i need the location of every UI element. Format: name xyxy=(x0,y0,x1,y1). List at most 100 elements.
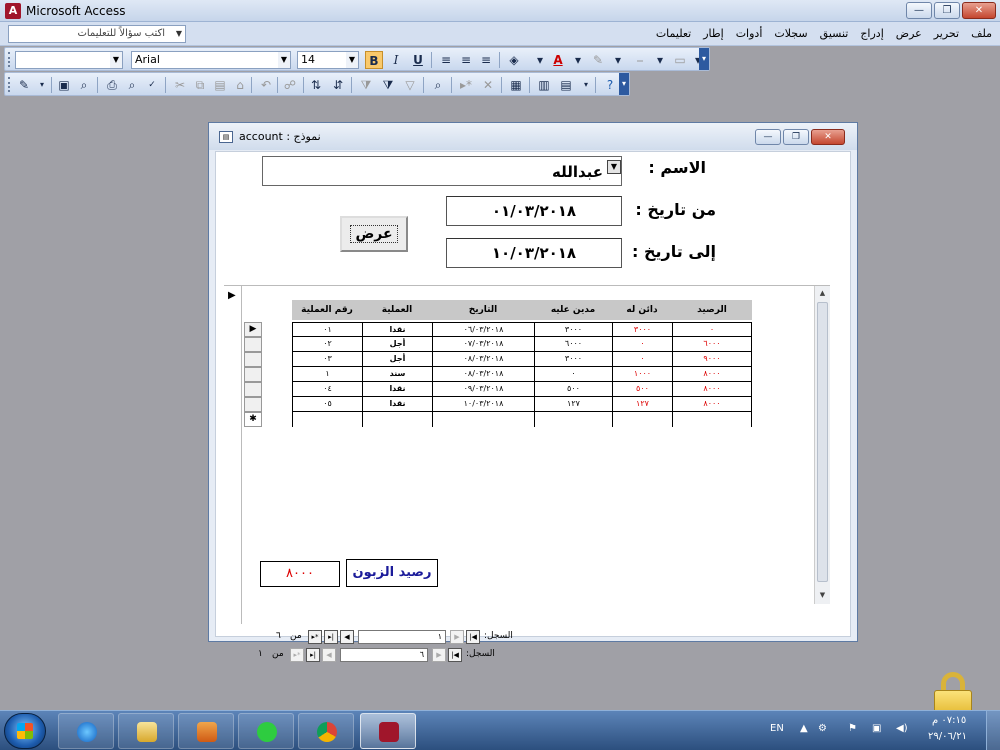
first-record-icon[interactable]: |◀ xyxy=(448,648,462,662)
bold-button[interactable]: B xyxy=(365,51,383,69)
sort-descending-icon[interactable]: ⇵ xyxy=(329,76,347,94)
table-cell-balance[interactable]: ٦٠٠٠ xyxy=(672,337,752,352)
menu-tools[interactable]: أدوات xyxy=(736,27,763,40)
view-design-icon[interactable]: ✎ xyxy=(15,76,33,94)
table-cell-debit[interactable]: ٠ xyxy=(534,367,612,382)
close-button[interactable]: ✕ xyxy=(962,2,996,19)
flag-icon[interactable]: ⚑ xyxy=(848,723,857,734)
menu-records[interactable]: سجلات xyxy=(774,27,807,40)
previous-record-icon[interactable]: ▶ xyxy=(450,630,464,644)
chevron-down-icon[interactable]: ▾ xyxy=(531,51,549,69)
font-size-select[interactable]: 14 ▼ xyxy=(297,51,359,69)
chevron-down-icon[interactable]: ▼ xyxy=(607,160,621,174)
paste-icon[interactable]: ▤ xyxy=(211,76,229,94)
help-search-input[interactable]: اكتب سؤالاً للتعليمات ▼ xyxy=(8,25,186,43)
menu-format[interactable]: تنسيق xyxy=(820,27,849,40)
table-cell-debit[interactable]: ١٢٧ xyxy=(534,397,612,412)
next-record-icon[interactable]: ◀ xyxy=(322,648,336,662)
toolbar-options-icon[interactable]: ▾ xyxy=(619,73,629,95)
table-cell-credit[interactable]: ٠ xyxy=(612,352,672,367)
object-select[interactable]: ▼ xyxy=(15,51,123,69)
clock-time[interactable]: ٠٧:١٥ م xyxy=(932,715,966,726)
new-row-cell[interactable] xyxy=(432,412,534,427)
name-combobox[interactable]: عبدالله ▼ xyxy=(262,156,622,186)
table-cell-balance[interactable]: ٨٠٠٠ xyxy=(672,397,752,412)
filter-by-form-icon[interactable]: ⧩ xyxy=(379,76,397,94)
menu-edit[interactable]: تحرير xyxy=(934,27,959,40)
table-cell-debit[interactable]: ٣٠٠٠ xyxy=(534,352,612,367)
chevron-down-icon[interactable]: ▼ xyxy=(346,52,358,68)
record-number-input[interactable]: ١ xyxy=(358,630,446,644)
table-cell-debit[interactable]: ٣٠٠٠ xyxy=(534,322,612,337)
menu-help[interactable]: تعليمات xyxy=(656,27,691,40)
search-icon[interactable]: ⌕ xyxy=(75,76,93,94)
table-cell-operation[interactable]: نقدا xyxy=(362,397,432,412)
chevron-down-icon[interactable]: ▾ xyxy=(569,51,587,69)
taskbar-media-player[interactable] xyxy=(178,713,234,749)
new-record-icon[interactable]: ▸* xyxy=(457,76,475,94)
taskbar-microsoft-access[interactable] xyxy=(360,713,416,749)
delete-record-icon[interactable]: ✕ xyxy=(479,76,497,94)
last-record-icon[interactable]: ▸| xyxy=(306,648,320,662)
toolbar-options-icon[interactable]: ▾ xyxy=(699,48,709,70)
table-cell-date[interactable]: ٠٧/٠٣/٢٠١٨ xyxy=(432,337,534,352)
volume-icon[interactable]: ◀) xyxy=(896,723,908,734)
last-record-icon[interactable]: ▸| xyxy=(324,630,338,644)
show-desktop-button[interactable] xyxy=(986,711,1000,750)
new-row-cell[interactable] xyxy=(534,412,612,427)
new-record-nav-icon[interactable]: ▸* xyxy=(290,648,304,662)
table-cell-operation[interactable]: أجل xyxy=(362,337,432,352)
menu-window[interactable]: إطار xyxy=(703,27,723,40)
current-row-icon[interactable]: ▶ xyxy=(244,322,262,337)
table-cell-credit[interactable]: ٠ xyxy=(612,337,672,352)
help-icon[interactable]: ? xyxy=(601,76,619,94)
table-cell-balance[interactable]: ٨٠٠٠ xyxy=(672,367,752,382)
clock-date[interactable]: ٢٩/٠٦/٢١ xyxy=(928,731,967,742)
to-date-field[interactable]: ١٠/٠٣/٢٠١٨ xyxy=(446,238,622,268)
font-name-select[interactable]: Arial ▼ xyxy=(131,51,291,69)
print-icon[interactable]: ⎙ xyxy=(103,76,121,94)
chevron-down-icon[interactable]: ▼ xyxy=(110,52,122,68)
chevron-down-icon[interactable]: ▾ xyxy=(577,76,595,94)
table-cell-balance[interactable]: ٠ xyxy=(672,322,752,337)
form-minimize-button[interactable]: — xyxy=(755,129,781,145)
scroll-up-icon[interactable]: ▲ xyxy=(815,286,830,300)
form-maximize-button[interactable]: ❐ xyxy=(783,129,809,145)
form-close-button[interactable]: ✕ xyxy=(811,129,845,145)
table-cell-op-number[interactable]: ٠٢ xyxy=(292,337,362,352)
sort-ascending-icon[interactable]: ⇅ xyxy=(307,76,325,94)
table-cell-operation[interactable]: نقدا xyxy=(362,322,432,337)
record-number-input[interactable]: ٦ xyxy=(340,648,428,662)
table-cell-op-number[interactable]: ٠١ xyxy=(292,322,362,337)
show-button[interactable]: عرض xyxy=(340,216,408,252)
table-cell-date[interactable]: ٠٩/٠٣/٢٠١٨ xyxy=(432,382,534,397)
table-cell-date[interactable]: ٠٦/٠٣/٢٠١٨ xyxy=(432,322,534,337)
table-cell-op-number[interactable]: ٠٤ xyxy=(292,382,362,397)
first-record-icon[interactable]: |◀ xyxy=(466,630,480,644)
menu-insert[interactable]: إدراج xyxy=(860,27,883,40)
table-cell-debit[interactable]: ٦٠٠٠ xyxy=(534,337,612,352)
find-icon[interactable]: ⌕ xyxy=(429,76,447,94)
undo-icon[interactable]: ↶ xyxy=(257,76,275,94)
table-cell-balance[interactable]: ٩٠٠٠ xyxy=(672,352,752,367)
show-hidden-icons-icon[interactable]: ▲ xyxy=(800,723,808,734)
table-cell-op-number[interactable]: ٠٥ xyxy=(292,397,362,412)
row-selector[interactable] xyxy=(244,352,262,367)
chevron-down-icon[interactable]: ▼ xyxy=(278,52,290,68)
from-date-field[interactable]: ٠١/٠٣/٢٠١٨ xyxy=(446,196,622,226)
chevron-down-icon[interactable]: ▾ xyxy=(33,76,51,94)
row-selector[interactable] xyxy=(244,367,262,382)
fill-color-icon[interactable]: ◈ xyxy=(505,51,523,69)
taskbar-windows-explorer[interactable] xyxy=(118,713,174,749)
chevron-down-icon[interactable]: ▾ xyxy=(609,51,627,69)
table-cell-operation[interactable]: سند xyxy=(362,367,432,382)
table-cell-debit[interactable]: ٥٠٠ xyxy=(534,382,612,397)
taskbar-internet-explorer[interactable] xyxy=(58,713,114,749)
table-cell-credit[interactable]: ١٠٠٠ xyxy=(612,367,672,382)
previous-record-icon[interactable]: ▶ xyxy=(432,648,446,662)
current-record-icon[interactable]: ▶ xyxy=(228,290,236,301)
copy-icon[interactable]: ⧉ xyxy=(191,76,209,94)
hyperlink-icon[interactable]: ☍ xyxy=(281,76,299,94)
network-app-icon[interactable]: ⚙ xyxy=(818,723,827,734)
table-cell-credit[interactable]: ١٢٧ xyxy=(612,397,672,412)
